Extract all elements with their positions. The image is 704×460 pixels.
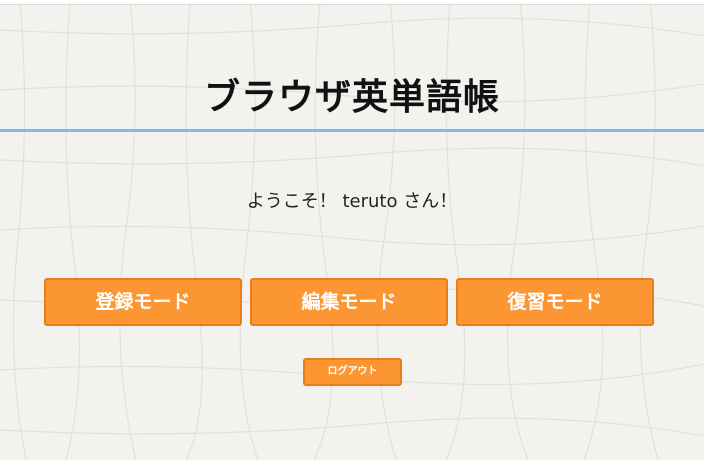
header: ブラウザ英単語帳 [0,60,704,134]
register-mode-button[interactable]: 登録モード [44,278,242,326]
welcome-message: ようこそ！ teruto さん！ [246,191,458,212]
logout-button[interactable]: ログアウト [303,358,402,386]
page-title: ブラウザ英単語帳 [203,77,500,118]
page: ブラウザ英単語帳 ようこそ！ teruto さん！ 登録モード 編集モード 復習… [0,0,704,460]
review-mode-button[interactable]: 復習モード [456,278,654,326]
top-border [0,0,704,5]
header-divider [0,129,704,132]
edit-mode-button[interactable]: 編集モード [250,278,448,326]
